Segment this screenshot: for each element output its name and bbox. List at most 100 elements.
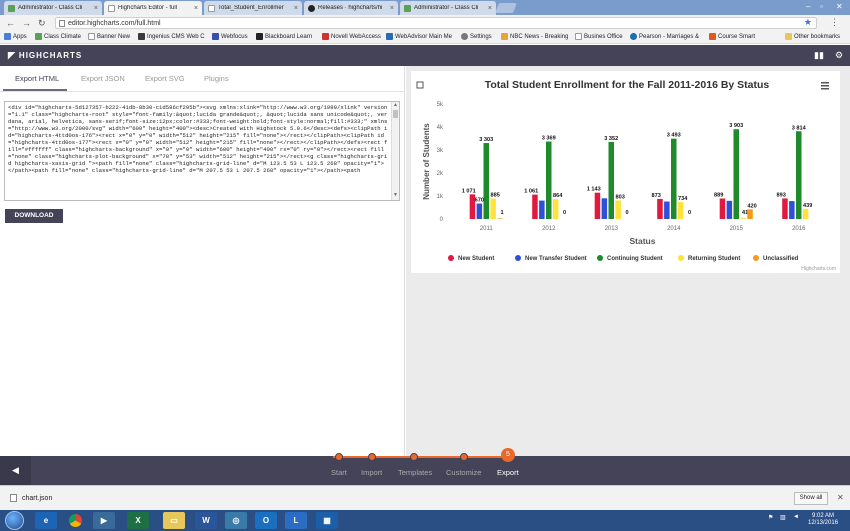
step-dot-templates[interactable]	[410, 453, 418, 461]
bookmark-item[interactable]: Blackboard Learn	[256, 33, 312, 40]
new-tab-button[interactable]	[495, 3, 517, 13]
bookmark-icon	[138, 33, 145, 40]
back-arrow-button[interactable]: ◀	[0, 456, 31, 485]
bookmark-item[interactable]: Busines Office	[575, 33, 623, 40]
gear-icon	[461, 33, 468, 40]
close-icon[interactable]: ✕	[837, 493, 844, 502]
outlook-icon[interactable]: O	[255, 512, 277, 529]
tab-export-html[interactable]: Export HTML	[15, 74, 59, 83]
bookmark-item[interactable]: Novell WebAccess	[322, 33, 381, 40]
scroll-down-icon[interactable]: ▼	[393, 192, 398, 198]
reload-icon[interactable]: ↻	[38, 18, 46, 29]
bookmark-item[interactable]: Webfocus	[212, 33, 248, 40]
back-icon[interactable]: ←	[6, 18, 15, 28]
minimize-icon[interactable]: –	[806, 2, 810, 11]
app-icon[interactable]: ◎	[225, 512, 247, 529]
tray-volume-icon[interactable]: ◄	[793, 514, 799, 520]
bookmark-item[interactable]: Apps	[4, 33, 27, 40]
bookmark-item[interactable]: Other bookmarks	[785, 33, 840, 40]
close-icon[interactable]: ×	[390, 5, 394, 12]
download-button[interactable]: DOWNLOAD	[5, 209, 63, 223]
app-icon[interactable]: ▦	[316, 512, 338, 529]
data-label: 420	[747, 203, 756, 209]
file-explorer-icon[interactable]: ▭	[163, 512, 185, 529]
browser-tab[interactable]: Releases · highcharts/hi ×	[304, 1, 398, 15]
browser-tab[interactable]: Total_Student_Enrollmer ×	[204, 1, 302, 15]
step-start[interactable]: Start	[331, 468, 347, 477]
legend-item[interactable]: Unclassified	[763, 256, 799, 262]
downloaded-file[interactable]: chart.json	[10, 494, 52, 502]
data-label: 439	[803, 203, 812, 209]
legend-item[interactable]: New Student	[458, 256, 494, 262]
media-player-icon[interactable]: ▶	[93, 512, 115, 529]
bookmark-star-icon[interactable]: ★	[804, 17, 812, 28]
step-dot-export[interactable]: 5	[501, 448, 515, 462]
bookmark-icon	[630, 33, 637, 40]
tab-export-json[interactable]: Export JSON	[81, 74, 125, 83]
bar-returning-student	[802, 208, 809, 219]
step-import[interactable]: Import	[361, 468, 382, 477]
internet-explorer-icon[interactable]: e	[35, 512, 57, 529]
bookmark-item[interactable]: Pearson - Marriages &	[630, 33, 699, 40]
browser-tab[interactable]: Administrator - Class Cli ×	[4, 1, 102, 15]
browser-tab[interactable]: Administrator - Class Cli ×	[400, 1, 496, 15]
word-icon[interactable]: W	[195, 512, 217, 529]
bar-new-transfer-student	[601, 198, 608, 219]
bar-continuing-student	[483, 143, 489, 219]
show-all-button[interactable]: Show all	[794, 492, 828, 505]
export-panel: Export HTML Export JSON Export SVG Plugi…	[0, 66, 405, 456]
tray-network-icon[interactable]: ▥	[780, 514, 786, 521]
fullscreen-icon[interactable]	[416, 81, 424, 89]
code-scrollbar[interactable]: ▲ ▼	[391, 102, 399, 200]
page-icon	[88, 33, 95, 40]
legend-item[interactable]: Returning Student	[688, 256, 740, 262]
close-icon[interactable]: ×	[94, 5, 98, 12]
bookmark-icon	[35, 33, 42, 40]
html-code-textarea[interactable]: <div id="highcharts-5d127357-b222-41db-8…	[4, 101, 400, 201]
bookmark-item[interactable]: Class Climate	[35, 33, 81, 40]
step-templates[interactable]: Templates	[398, 468, 432, 477]
forward-icon[interactable]: →	[22, 18, 31, 28]
step-dot-customize[interactable]	[460, 453, 468, 461]
bookmark-item[interactable]: Course Smart	[709, 33, 755, 40]
bookmark-icon	[501, 33, 508, 40]
step-export[interactable]: Export	[497, 468, 519, 477]
gear-icon[interactable]: ⚙	[835, 50, 843, 61]
bookmark-item[interactable]: Settings	[461, 33, 492, 40]
close-icon[interactable]: ×	[194, 5, 198, 12]
step-dot-import[interactable]	[368, 453, 376, 461]
browser-menu-icon[interactable]: ⋮	[830, 17, 839, 28]
scroll-up-icon[interactable]: ▲	[393, 102, 398, 108]
system-clock[interactable]: 9:02 AM 12/13/2016	[808, 513, 838, 527]
bookmark-item[interactable]: WebAdvisor Main Me	[386, 33, 452, 40]
bar-new-transfer-student	[789, 201, 795, 219]
url-input[interactable]: editor.highcharts.com/full.html ★	[55, 17, 817, 29]
bookmark-item[interactable]: NBC News - Breaking	[501, 33, 568, 40]
page-icon	[108, 4, 115, 12]
start-button[interactable]	[5, 511, 24, 530]
step-dot-start[interactable]	[335, 453, 343, 461]
bookmark-item[interactable]: Banner New	[88, 33, 130, 40]
page-icon	[208, 4, 215, 12]
chart-icon[interactable]: ▮▮	[814, 50, 824, 61]
step-customize[interactable]: Customize	[446, 468, 481, 477]
excel-icon[interactable]: X	[127, 512, 149, 529]
lync-icon[interactable]: L	[285, 512, 307, 529]
chrome-icon[interactable]	[64, 512, 86, 529]
close-window-icon[interactable]: ✕	[836, 2, 843, 11]
tab-export-svg[interactable]: Export SVG	[145, 74, 185, 83]
close-icon[interactable]: ×	[294, 5, 298, 12]
legend-item[interactable]: Continuing Student	[607, 256, 663, 262]
maximize-icon[interactable]: ▫	[820, 2, 823, 11]
browser-tab-active[interactable]: Highcharts Editor - full ×	[104, 1, 202, 15]
tab-plugins[interactable]: Plugins	[204, 74, 229, 83]
active-tab-underline	[3, 89, 67, 91]
chart-menu-icon[interactable]	[821, 82, 829, 90]
legend-item[interactable]: New Transfer Student	[525, 256, 587, 262]
scroll-thumb[interactable]	[393, 110, 398, 118]
tab-divider	[0, 91, 405, 92]
bar-returning-student	[552, 199, 559, 219]
tray-flag-icon[interactable]: ⚑	[768, 514, 773, 521]
bookmark-item[interactable]: Ingenius CMS Web C	[138, 33, 205, 40]
close-icon[interactable]: ×	[488, 5, 492, 12]
